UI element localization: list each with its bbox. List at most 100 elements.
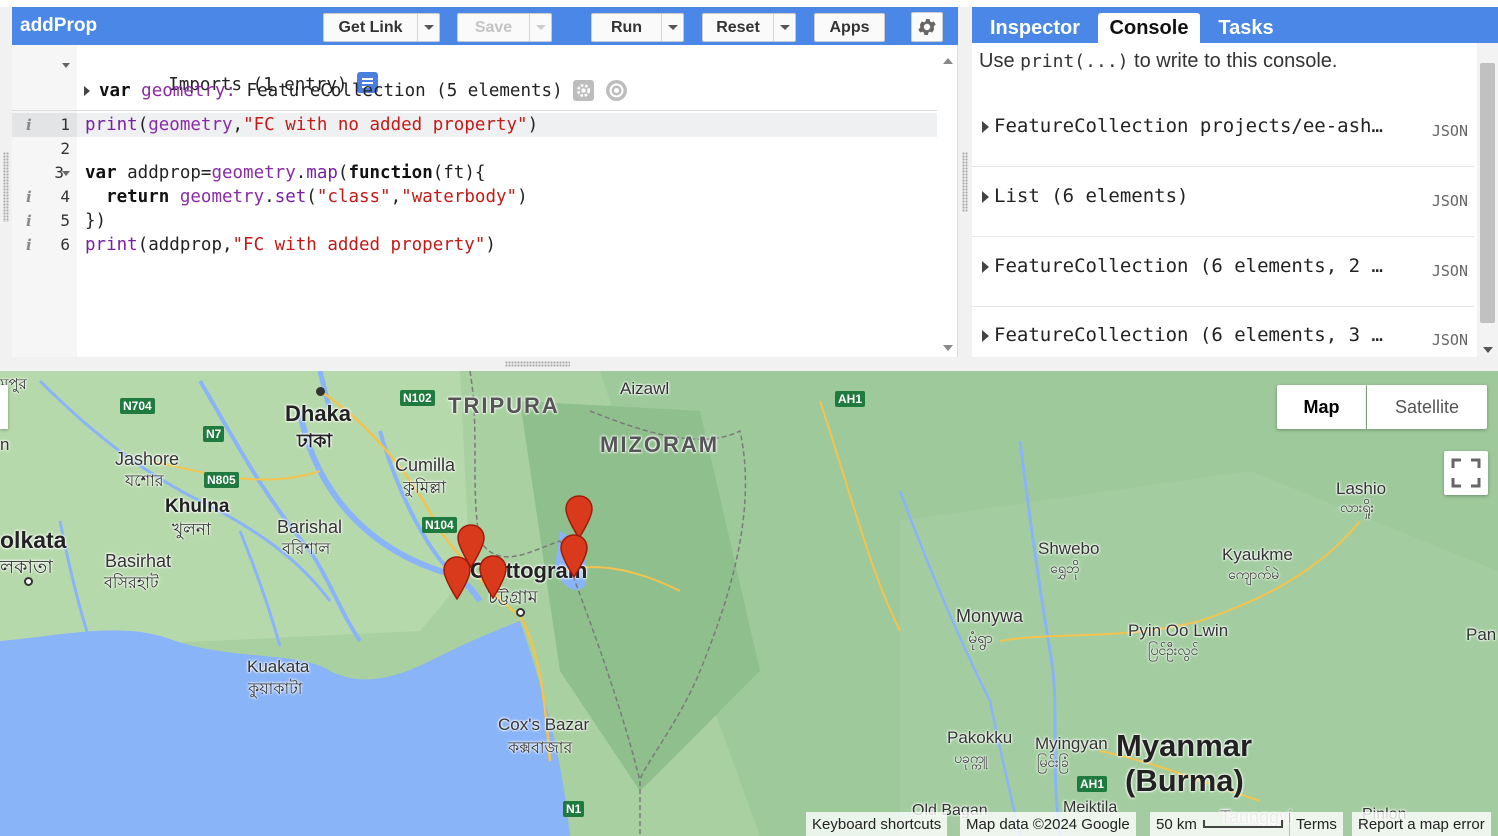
code-token: print [85, 115, 138, 135]
highway-shield: N805 [204, 472, 239, 488]
line-number: 6 [60, 235, 70, 254]
get-link-dropdown-icon[interactable] [417, 14, 439, 41]
import-target-icon[interactable] [605, 80, 627, 101]
scrollbar-thumb[interactable] [1480, 63, 1495, 323]
scale-bar[interactable]: 50 km [1150, 812, 1289, 836]
code-line[interactable]: print(geometry,"FC with no added propert… [85, 113, 538, 137]
tab-inspector[interactable]: Inspector [978, 13, 1092, 43]
code-token: . [264, 187, 275, 207]
import-variable-row[interactable]: var geometry: FeatureCollection (5 eleme… [84, 80, 627, 101]
tab-tasks[interactable]: Tasks [1206, 13, 1286, 43]
save-label: Save [474, 18, 513, 36]
console-output-row[interactable]: FeatureCollection projects/ee-ash… JSON [972, 97, 1474, 167]
map-marker-icon[interactable] [479, 555, 507, 599]
json-button[interactable]: JSON [1432, 331, 1468, 349]
code-token: "FC with added property" [232, 235, 486, 255]
console-output-row[interactable]: FeatureCollection (6 elements, 2 … JSON [972, 237, 1474, 307]
place-local-label: খুলনা [172, 520, 211, 539]
map-marker-icon[interactable] [560, 534, 588, 578]
editor-scrollbar[interactable] [937, 52, 958, 357]
imports-fold-icon[interactable] [62, 63, 70, 68]
reset-button[interactable]: Reset [702, 13, 796, 42]
place-label: Myingyan [1035, 734, 1108, 753]
get-link-button[interactable]: Get Link [323, 13, 440, 42]
map-canvas[interactable]: মপুর Dhaka ঢাকা Jashore যশোর Khulna খুলন… [0, 371, 1498, 836]
import-var-keyword: var [99, 80, 131, 101]
place-label: Aizawl [620, 379, 670, 398]
code-token: ) [527, 115, 539, 135]
apps-button[interactable]: Apps [814, 13, 885, 42]
report-map-error-link[interactable]: Report a map error [1352, 812, 1491, 836]
keyboard-shortcuts-link[interactable]: Keyboard shortcuts [806, 812, 948, 836]
code-token: var [85, 163, 117, 183]
json-button[interactable]: JSON [1432, 192, 1468, 210]
save-button[interactable]: Save [457, 13, 552, 42]
run-dropdown-icon[interactable] [661, 14, 683, 41]
reset-dropdown-icon[interactable] [773, 14, 795, 41]
map-marker-icon[interactable] [443, 556, 471, 600]
terms-link[interactable]: Terms [1290, 812, 1343, 836]
code-text-area[interactable]: Imports (1 entry) var geometry: FeatureC… [12, 45, 937, 357]
place-label: n [0, 435, 10, 454]
line-number: 1 [60, 115, 70, 134]
expand-arrow-icon[interactable] [982, 261, 989, 273]
run-label: Run [610, 18, 643, 36]
scale-label: 50 km [1156, 815, 1197, 833]
settings-button[interactable] [911, 12, 943, 42]
layers-control-edge[interactable] [0, 385, 8, 429]
expand-arrow-icon[interactable] [982, 191, 989, 203]
place-local-label: যশোর [125, 473, 164, 490]
map-type-satellite-button[interactable]: Satellite [1367, 385, 1487, 429]
json-button[interactable]: JSON [1432, 122, 1468, 140]
json-button[interactable]: JSON [1432, 262, 1468, 280]
scroll-down-icon[interactable] [943, 345, 953, 351]
code-token: geometry [179, 187, 265, 207]
map-marker-icon[interactable] [565, 495, 593, 539]
place-local-label: লকাতা [0, 557, 53, 578]
output-text: FeatureCollection projects/ee-ash… [994, 115, 1383, 137]
code-line[interactable]: var addprop=geometry.map(function(ft){ [85, 161, 485, 185]
console-output-row[interactable]: List (6 elements) JSON [972, 167, 1474, 237]
line-gutter: i 1 2 3 i 4 i 5 i 6 [12, 45, 77, 357]
scroll-down-icon[interactable] [1483, 347, 1493, 353]
place-label: Pakokku [947, 728, 1013, 747]
line-number: 4 [60, 187, 70, 206]
scroll-up-icon[interactable] [943, 58, 953, 64]
map-type-map-button[interactable]: Map [1277, 385, 1366, 429]
code-line[interactable]: return geometry.set("class","waterbody") [85, 185, 528, 209]
run-button[interactable]: Run [591, 13, 684, 42]
code-line[interactable]: }) [85, 209, 106, 233]
horizontal-splitter[interactable] [0, 357, 1498, 371]
code-line[interactable]: print(addprop,"FC with added property") [85, 233, 496, 257]
code-token: ( [137, 115, 149, 135]
code-token: addprop= [116, 163, 212, 183]
console-intro-text: Use print(...) to write to this console. [979, 50, 1337, 73]
place-label: Basirhat [105, 551, 172, 571]
intro-prefix: Use [979, 50, 1021, 72]
expand-arrow-icon[interactable] [982, 330, 989, 342]
output-text: List (6 elements) [994, 185, 1189, 207]
import-settings-icon[interactable] [572, 80, 594, 101]
expand-arrow-icon[interactable] [84, 85, 90, 96]
code-token: ) [485, 235, 496, 255]
get-link-label: Get Link [338, 18, 403, 36]
fullscreen-button[interactable] [1444, 451, 1488, 495]
region-label: MIZORAM [600, 432, 720, 457]
expand-arrow-icon[interactable] [982, 121, 989, 133]
place-label: Kuakata [247, 657, 310, 676]
vertical-splitter[interactable] [958, 7, 972, 357]
code-token: , [232, 115, 244, 135]
intro-code: print(...) [1020, 51, 1129, 72]
code-token: ) [517, 187, 528, 207]
fold-arrow-icon[interactable] [62, 171, 70, 176]
console-scrollbar[interactable] [1477, 43, 1498, 357]
scale-line-icon [1202, 820, 1283, 828]
place-local-label: လားရှိုး [1340, 499, 1375, 515]
line-number: 2 [60, 139, 70, 158]
map-base-layer [0, 371, 1498, 836]
tab-console[interactable]: Console [1098, 13, 1200, 43]
place-local-label: বরিশাল [282, 541, 331, 558]
save-dropdown-icon[interactable] [529, 14, 551, 41]
